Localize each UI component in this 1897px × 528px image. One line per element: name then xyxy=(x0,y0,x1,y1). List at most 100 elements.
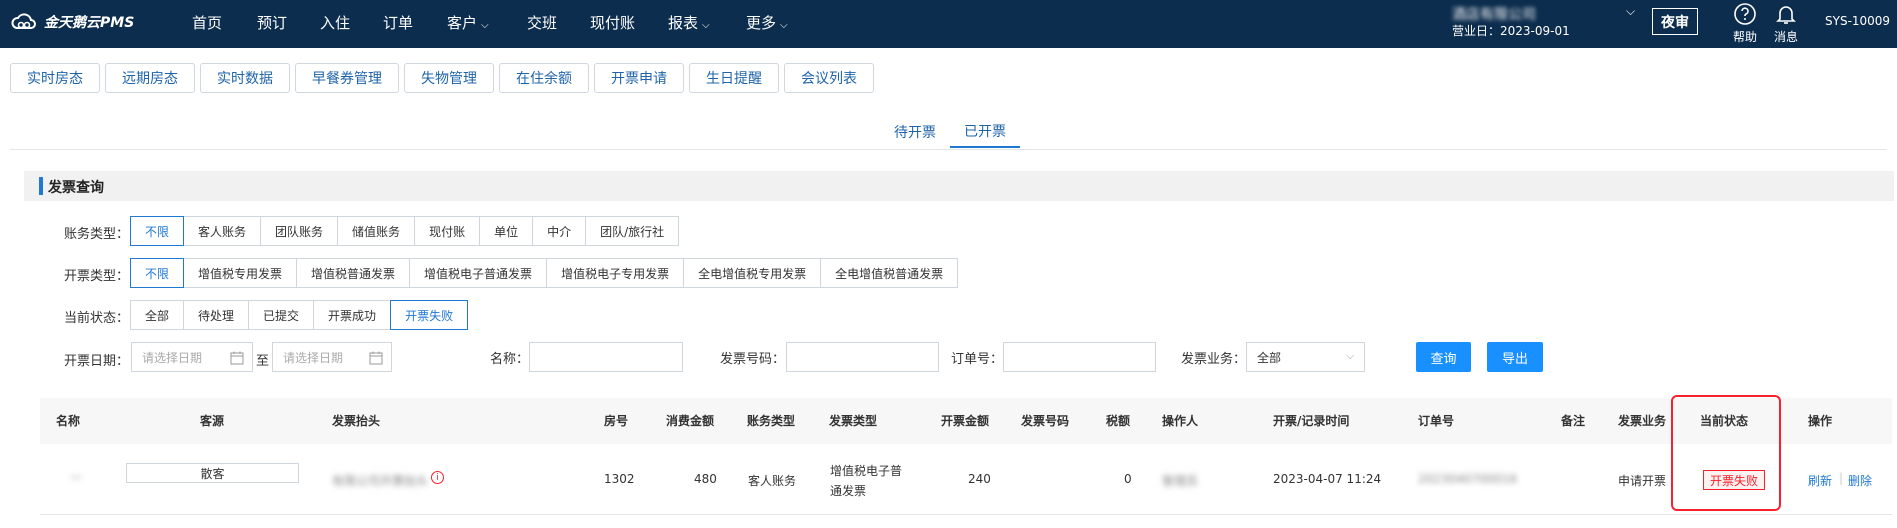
invoice-number-label: 发票号码： xyxy=(720,352,786,367)
tab-realtime-data[interactable]: 实时数据 xyxy=(200,63,290,93)
tab-pending-invoice[interactable]: 待开票 xyxy=(880,116,950,148)
nav-shift[interactable]: 交班 xyxy=(527,12,557,33)
date-range-separator: 至 xyxy=(256,354,270,369)
order-number-input[interactable] xyxy=(1003,342,1156,372)
row-invoice-amount: 240 xyxy=(968,472,991,486)
invoice-sub-tabs: 待开票 已开票 xyxy=(880,116,1020,148)
tab-invoice-request[interactable]: 开票申请 xyxy=(594,63,684,93)
cloud-logo-icon xyxy=(11,13,36,29)
account-type-option[interactable]: 团队/旅行社 xyxy=(585,216,680,246)
status-option[interactable]: 全部 xyxy=(130,300,185,330)
account-type-option[interactable]: 中介 xyxy=(532,216,587,246)
user-account[interactable]: SYS-10009 xyxy=(1825,14,1890,28)
tab-breakfast-coupons[interactable]: 早餐券管理 xyxy=(295,63,399,93)
account-type-option[interactable]: 储值账务 xyxy=(337,216,416,246)
account-type-label: 账务类型： xyxy=(64,227,130,242)
row-invoice-type-line2: 通发票 xyxy=(830,484,867,498)
order-number-label: 订单号： xyxy=(951,352,1004,367)
tab-lost-found[interactable]: 失物管理 xyxy=(404,63,494,93)
messages-label: 消息 xyxy=(1773,30,1798,44)
invoice-type-label: 开票类型： xyxy=(64,269,130,284)
chevron-down-icon[interactable]: ⌵ xyxy=(1626,4,1635,19)
nav-customers[interactable]: 客户 ⌵ xyxy=(447,12,489,33)
invoice-number-input[interactable] xyxy=(786,342,939,372)
tab-birthday-reminder[interactable]: 生日提醒 xyxy=(689,63,779,93)
status-filter: 全部 待处理 已提交 开票成功 开票失败 xyxy=(130,300,469,330)
tab-issued-invoice[interactable]: 已开票 xyxy=(950,116,1020,148)
nav-reservation[interactable]: 预订 xyxy=(257,12,287,33)
search-button[interactable]: 查询 xyxy=(1416,342,1471,372)
tab-room-status[interactable]: 实时房态 xyxy=(10,63,100,93)
status-highlight-box xyxy=(1671,395,1781,511)
row-invoice-title: 有限公司开票抬头 xyxy=(332,474,429,488)
section-header: 发票查询 xyxy=(24,171,1894,201)
nav-reports[interactable]: 报表 ⌵ xyxy=(668,12,710,33)
row-business: 申请开票 xyxy=(1618,474,1667,488)
invoice-type-option[interactable]: 全电增值税普通发票 xyxy=(820,258,959,288)
column-header-order-number: 订单号 xyxy=(1418,414,1455,428)
row-source: 散客 xyxy=(126,463,299,483)
end-date-placeholder: 请选择日期 xyxy=(283,350,344,365)
help-icon xyxy=(1734,3,1756,25)
status-option[interactable]: 开票失败 xyxy=(390,300,469,330)
refresh-link[interactable]: 刷新 xyxy=(1808,472,1832,489)
help-label: 帮助 xyxy=(1732,30,1757,44)
tab-inhouse-balance[interactable]: 在住余额 xyxy=(499,63,589,93)
invoice-type-option[interactable]: 增值税专用发票 xyxy=(183,258,298,288)
app-logo[interactable]: 金天鹅云PMS xyxy=(10,12,134,32)
export-button[interactable]: 导出 xyxy=(1487,342,1543,372)
invoice-type-option[interactable]: 不限 xyxy=(130,258,185,288)
row-order-number: 2023040700016 xyxy=(1418,472,1518,486)
account-type-option[interactable]: 不限 xyxy=(130,216,185,246)
status-option[interactable]: 已提交 xyxy=(248,300,315,330)
end-date-picker[interactable]: 请选择日期 xyxy=(272,342,392,372)
invoice-type-option[interactable]: 增值税电子专用发票 xyxy=(546,258,685,288)
row-divider xyxy=(40,514,1892,515)
invoice-type-option[interactable]: 增值税电子普通发票 xyxy=(409,258,548,288)
nav-customers-label: 客户 xyxy=(447,14,478,32)
row-invoice-type-line1: 增值税电子普 xyxy=(830,464,903,478)
invoice-type-option[interactable]: 增值税普通发票 xyxy=(296,258,411,288)
invoice-business-select[interactable]: 全部 ⌵ xyxy=(1246,342,1365,372)
tab-forward-room-status[interactable]: 远期房态 xyxy=(105,63,195,93)
chevron-down-icon: ⌵ xyxy=(1346,351,1354,362)
status-option[interactable]: 待处理 xyxy=(183,300,250,330)
calendar-icon xyxy=(369,351,383,365)
column-header-tax: 税额 xyxy=(1106,414,1131,428)
help-button[interactable]: 帮助 xyxy=(1725,2,1765,45)
account-type-option[interactable]: 团队账务 xyxy=(260,216,339,246)
divider xyxy=(10,149,1887,150)
account-type-filter: 不限 客人账务 团队账务 储值账务 现付账 单位 中介 团队/旅行社 xyxy=(130,216,680,246)
row-tax: 0 xyxy=(1124,472,1132,486)
messages-button[interactable]: 消息 xyxy=(1766,2,1806,45)
business-date: 营业日：2023-09-01 xyxy=(1452,24,1570,38)
app-logo-text: 金天鹅云PMS xyxy=(44,15,135,31)
column-header-invoice-amount: 开票金额 xyxy=(941,414,990,428)
column-header-invoice-type: 发票类型 xyxy=(829,414,878,428)
hotel-name[interactable]: 酒店有限公司 xyxy=(1452,4,1536,24)
nav-more-label: 更多 xyxy=(746,14,777,32)
account-type-option[interactable]: 现付账 xyxy=(414,216,481,246)
invoice-business-value: 全部 xyxy=(1257,350,1282,365)
name-input[interactable] xyxy=(529,342,683,372)
column-header-time: 开票/记录时间 xyxy=(1273,414,1350,428)
nav-checkin[interactable]: 入住 xyxy=(320,12,350,33)
nav-home[interactable]: 首页 xyxy=(192,12,222,33)
status-option[interactable]: 开票成功 xyxy=(313,300,392,330)
module-tabs: 实时房态 远期房态 实时数据 早餐券管理 失物管理 在住余额 开票申请 生日提醒… xyxy=(10,63,879,93)
nav-orders[interactable]: 订单 xyxy=(383,12,413,33)
error-info-icon[interactable]: i xyxy=(431,471,444,484)
account-type-option[interactable]: 单位 xyxy=(479,216,534,246)
row-account-type: 客人账务 xyxy=(748,474,797,488)
delete-link[interactable]: 删除 xyxy=(1848,472,1872,489)
night-audit-button[interactable]: 夜审 xyxy=(1652,8,1698,35)
row-name: — xyxy=(70,470,82,484)
start-date-picker[interactable]: 请选择日期 xyxy=(131,342,253,372)
tab-meeting-list[interactable]: 会议列表 xyxy=(784,63,874,93)
calendar-icon xyxy=(230,351,244,365)
column-header-source: 客源 xyxy=(200,414,225,428)
account-type-option[interactable]: 客人账务 xyxy=(183,216,262,246)
nav-more[interactable]: 更多 ⌵ xyxy=(746,12,788,33)
nav-cash-account[interactable]: 现付账 xyxy=(590,12,635,33)
invoice-type-option[interactable]: 全电增值税专用发票 xyxy=(683,258,822,288)
